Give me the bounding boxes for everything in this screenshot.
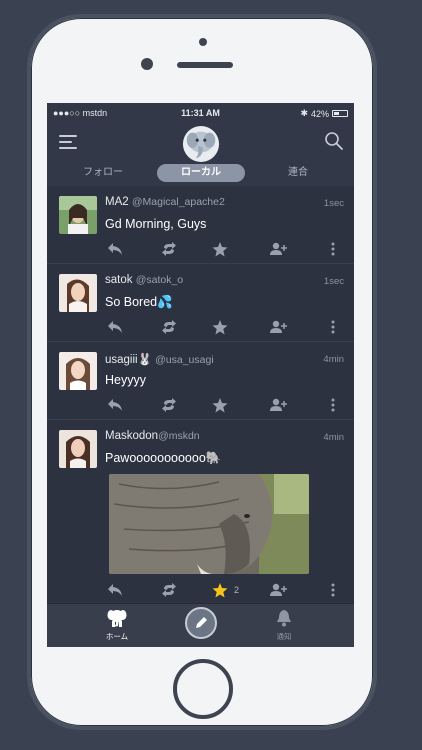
display-name-text: satok	[105, 274, 133, 286]
display-name[interactable]: usagiii🐰 @usa_usagi	[105, 352, 214, 366]
tab-federated[interactable]: 連合	[262, 164, 334, 182]
app-header: フォロー ローカル 連合	[47, 123, 354, 186]
battery-percent: 42%	[310, 108, 329, 119]
elephant-home-icon	[107, 610, 127, 627]
toot[interactable]: Maskodon@mskdn 4min Pawooooooooooo🐘 2	[47, 420, 354, 603]
timestamp: 4min	[323, 432, 344, 443]
follow-user-icon[interactable]	[270, 583, 288, 599]
home-button[interactable]	[173, 659, 233, 719]
avatar[interactable]	[59, 196, 97, 234]
boost-icon[interactable]	[161, 398, 179, 414]
display-name-text: MA2	[105, 196, 129, 208]
username: @Magical_apache2	[131, 196, 225, 208]
follow-user-icon[interactable]	[270, 398, 288, 414]
reply-icon[interactable]	[107, 320, 125, 336]
tab-home[interactable]: ホーム	[97, 609, 137, 642]
display-name[interactable]: MA2 @Magical_apache2	[105, 196, 225, 208]
reply-icon[interactable]	[107, 398, 125, 414]
compose-button[interactable]	[185, 607, 217, 639]
toot[interactable]: satok @satok_o 1sec So Bored💦	[47, 264, 354, 342]
favourite-icon[interactable]	[212, 398, 230, 414]
avatar[interactable]	[59, 430, 97, 468]
favourite-icon[interactable]	[212, 242, 230, 258]
timestamp: 4min	[323, 354, 344, 365]
avatar[interactable]	[59, 274, 97, 312]
favourite-icon[interactable]	[212, 320, 230, 336]
reply-icon[interactable]	[107, 242, 125, 258]
status-right: ✱ 42%	[300, 108, 348, 119]
favourite-icon[interactable]: 2	[212, 583, 246, 599]
more-options-icon[interactable]	[331, 398, 339, 414]
timeline-tabs: フォロー ローカル 連合	[47, 164, 354, 184]
toot-actions	[105, 242, 345, 258]
favourite-count: 2	[234, 585, 240, 595]
boost-icon[interactable]	[161, 583, 179, 599]
more-options-icon[interactable]	[331, 242, 339, 258]
battery-icon	[332, 110, 348, 117]
display-name-text: usagiii🐰	[105, 354, 152, 366]
tab-notifications[interactable]: 通知	[264, 609, 304, 642]
follow-user-icon[interactable]	[270, 242, 288, 258]
app-screen: ●●●○○ mstdn 11:31 AM ✱ 42% フォロー ローカル 連合 …	[47, 103, 354, 647]
toot[interactable]: MA2 @Magical_apache2 1sec Gd Morning, Gu…	[47, 186, 354, 264]
display-name[interactable]: satok @satok_o	[105, 274, 183, 286]
toot-content: So Bored💦	[105, 295, 173, 309]
follow-user-icon[interactable]	[270, 320, 288, 336]
display-name[interactable]: Maskodon@mskdn	[105, 430, 200, 442]
toot-content: Heyyyy	[105, 373, 146, 387]
boost-icon[interactable]	[161, 320, 179, 336]
username: @satok_o	[135, 274, 184, 286]
toot-content: Gd Morning, Guys	[105, 217, 207, 231]
more-options-icon[interactable]	[331, 320, 339, 336]
toot-actions: 2	[105, 583, 345, 599]
front-camera	[141, 58, 153, 70]
timeline-feed: MA2 @Magical_apache2 1sec Gd Morning, Gu…	[47, 186, 354, 603]
tab-home-label: ホーム	[105, 632, 129, 641]
proximity-sensor	[199, 38, 207, 46]
timestamp: 1sec	[323, 198, 344, 209]
toot-actions	[105, 320, 345, 336]
username: @mskdn	[158, 430, 200, 442]
display-name-text: Maskodon	[105, 430, 159, 442]
tab-follow[interactable]: フォロー	[67, 164, 139, 182]
avatar[interactable]	[59, 352, 97, 390]
toot[interactable]: usagiii🐰 @usa_usagi 4min Heyyyy	[47, 342, 354, 420]
media-attachment[interactable]	[109, 474, 309, 574]
pencil-icon	[196, 617, 207, 628]
more-options-icon[interactable]	[331, 583, 339, 599]
hamburger-menu-icon[interactable]	[59, 135, 79, 149]
mastodon-logo-icon	[182, 125, 220, 163]
boost-icon[interactable]	[161, 242, 179, 258]
toot-content: Pawooooooooooo🐘	[105, 451, 222, 465]
toot-actions	[105, 398, 345, 414]
search-icon[interactable]	[324, 131, 344, 151]
bell-icon	[277, 610, 291, 627]
bluetooth-icon: ✱	[300, 108, 308, 118]
username: @usa_usagi	[155, 354, 214, 366]
timestamp: 1sec	[323, 276, 344, 287]
status-bar: ●●●○○ mstdn 11:31 AM ✱ 42%	[47, 103, 354, 123]
bottom-tab-bar: ホーム 通知	[47, 603, 354, 647]
tab-local[interactable]: ローカル	[157, 164, 245, 182]
earpiece-speaker	[177, 62, 233, 68]
tab-notifications-label: 通知	[276, 632, 292, 641]
reply-icon[interactable]	[107, 583, 125, 599]
